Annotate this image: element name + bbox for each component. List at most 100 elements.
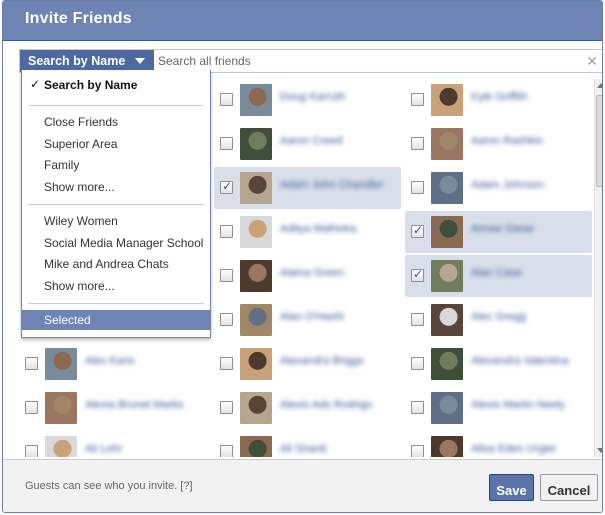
- friend-name: Alexis Martin Neely: [471, 399, 566, 411]
- friend-item[interactable]: Adam John Chandler: [214, 167, 401, 209]
- friend-checkbox[interactable]: [220, 313, 233, 326]
- menu-item-show-more[interactable]: Show more...: [22, 276, 210, 296]
- friend-item[interactable]: Ali Lohr: [19, 431, 206, 457]
- friend-checkbox[interactable]: [411, 137, 424, 150]
- friend-item[interactable]: Alan O'Hashi: [214, 299, 401, 341]
- friend-item[interactable]: Doug Karruth: [214, 79, 401, 121]
- friend-name: Aditya Malhotra: [280, 223, 357, 235]
- friend-row: Alexia Brunet Marks Alexis Ads Rodrigo Ale…: [19, 387, 594, 431]
- friend-name: Adam Johnson: [471, 179, 545, 191]
- friend-item[interactable]: Alisa Eden Urgler: [405, 431, 592, 457]
- search-mode-label: Search by Name: [28, 54, 126, 68]
- friend-item[interactable]: Ali Shanti: [214, 431, 401, 457]
- friend-avatar: [240, 216, 272, 248]
- friend-checkbox[interactable]: [411, 93, 424, 106]
- friend-checkbox[interactable]: [220, 401, 233, 414]
- scrollbar-thumb[interactable]: [596, 95, 602, 187]
- friend-checkbox[interactable]: [25, 401, 38, 414]
- friend-item[interactable]: Alexis Martin Neely: [405, 387, 592, 429]
- friend-item[interactable]: Aimee Giese: [405, 211, 592, 253]
- friend-name: Adam John Chandler: [280, 179, 384, 191]
- friend-checkbox[interactable]: [25, 445, 38, 457]
- menu-item-mike-and-andrea-chats[interactable]: Mike and Andrea Chats: [22, 254, 210, 274]
- save-button[interactable]: Save: [489, 474, 534, 501]
- friend-avatar: [431, 172, 463, 204]
- friend-item[interactable]: Alexis Ads Rodrigo: [214, 387, 401, 429]
- menu-item-wiley-women[interactable]: Wiley Women: [22, 211, 210, 231]
- menu-item-selected[interactable]: Selected: [22, 310, 210, 330]
- checkmark-icon: ✓: [30, 77, 41, 91]
- friend-item[interactable]: Alexandra Valentina: [405, 343, 592, 385]
- friend-avatar: [240, 128, 272, 160]
- friend-avatar: [240, 304, 272, 336]
- caret-down-icon: [135, 58, 145, 64]
- friend-checkbox[interactable]: [220, 179, 233, 194]
- friend-item[interactable]: Alec Gregg: [405, 299, 592, 341]
- menu-item-label: Search by Name: [44, 78, 138, 92]
- friend-name: Aimee Giese: [471, 223, 534, 235]
- dialog-footer: Guests can see who you invite. [?] Save …: [3, 459, 602, 512]
- friend-avatar: [431, 436, 463, 457]
- friend-item[interactable]: Aaron Creed: [214, 123, 401, 165]
- friend-item[interactable]: Alan Case: [405, 255, 592, 297]
- friend-row: Alex Karis Alexandra Briggs Alexandra Vale…: [19, 343, 594, 387]
- search-mode-dropdown[interactable]: Search by Name: [20, 50, 154, 72]
- friend-checkbox[interactable]: [220, 225, 233, 238]
- friend-name: Ali Shanti: [280, 443, 327, 455]
- friend-name: Alisa Eden Urgler: [471, 443, 557, 455]
- menu-item-social-media-manager-school[interactable]: Social Media Manager School: [22, 233, 210, 253]
- menu-item-label: Superior Area: [44, 136, 118, 151]
- friend-avatar: [240, 84, 272, 116]
- friend-name: Ali Lohr: [85, 443, 123, 455]
- search-input[interactable]: [154, 50, 584, 72]
- friend-item[interactable]: Alaina Green: [214, 255, 401, 297]
- friend-name: Alexia Brunet Marks: [85, 399, 184, 411]
- dialog-titlebar: Invite Friends: [3, 1, 602, 41]
- friend-avatar: [431, 128, 463, 160]
- menu-item-family[interactable]: Family: [22, 155, 210, 175]
- friend-checkbox[interactable]: [411, 357, 424, 370]
- menu-item-close-friends[interactable]: Close Friends: [22, 112, 210, 132]
- friend-checkbox[interactable]: [220, 93, 233, 106]
- friend-item[interactable]: Aditya Malhotra: [214, 211, 401, 253]
- friend-item[interactable]: Alex Karis: [19, 343, 206, 385]
- menu-item-label: Social Media Manager School: [44, 235, 204, 250]
- friend-item[interactable]: Alexia Brunet Marks: [19, 387, 206, 429]
- dialog-title: Invite Friends: [25, 10, 132, 27]
- friend-avatar: [240, 348, 272, 380]
- menu-separator: [28, 204, 204, 205]
- friend-checkbox[interactable]: [411, 267, 424, 282]
- friend-checkbox[interactable]: [411, 313, 424, 326]
- friend-name: Alexis Ads Rodrigo: [280, 399, 373, 411]
- friend-item[interactable]: Aaron Rashkin: [405, 123, 592, 165]
- menu-item-superior-area[interactable]: Superior Area: [22, 134, 210, 154]
- menu-item-label: Mike and Andrea Chats: [44, 257, 169, 271]
- menu-item-label: Wiley Women: [44, 214, 118, 228]
- menu-item-search-by-name[interactable]: ✓ Search by Name: [22, 75, 210, 95]
- friend-list-scrollbar[interactable]: [594, 79, 602, 457]
- menu-item-label: Close Friends: [44, 115, 119, 129]
- menu-item-label: Family: [44, 158, 80, 172]
- friend-item[interactable]: Adam Johnson: [405, 167, 592, 209]
- scroll-down-arrow-icon[interactable]: [597, 448, 602, 453]
- friend-checkbox[interactable]: [411, 401, 424, 414]
- friend-checkbox[interactable]: [220, 137, 233, 150]
- friend-checkbox[interactable]: [220, 269, 233, 282]
- menu-item-show-more[interactable]: Show more...: [22, 177, 210, 197]
- close-icon[interactable]: ✕: [586, 53, 598, 70]
- friend-name: Aaron Creed: [280, 135, 343, 147]
- friend-checkbox[interactable]: [220, 357, 233, 370]
- friend-checkbox[interactable]: [411, 445, 424, 457]
- friend-item[interactable]: Kyle Griffith: [405, 79, 592, 121]
- menu-separator: [28, 105, 204, 106]
- friend-checkbox[interactable]: [411, 223, 424, 238]
- friend-checkbox[interactable]: [25, 357, 38, 370]
- friend-checkbox[interactable]: [220, 445, 233, 457]
- scroll-up-arrow-icon[interactable]: [597, 83, 602, 88]
- friend-name: Alan Case: [471, 267, 522, 279]
- cancel-button[interactable]: Cancel: [540, 474, 598, 501]
- friend-item[interactable]: Alexandra Briggs: [214, 343, 401, 385]
- friend-checkbox[interactable]: [411, 181, 424, 194]
- friend-avatar: [240, 172, 272, 204]
- friend-avatar: [431, 260, 463, 292]
